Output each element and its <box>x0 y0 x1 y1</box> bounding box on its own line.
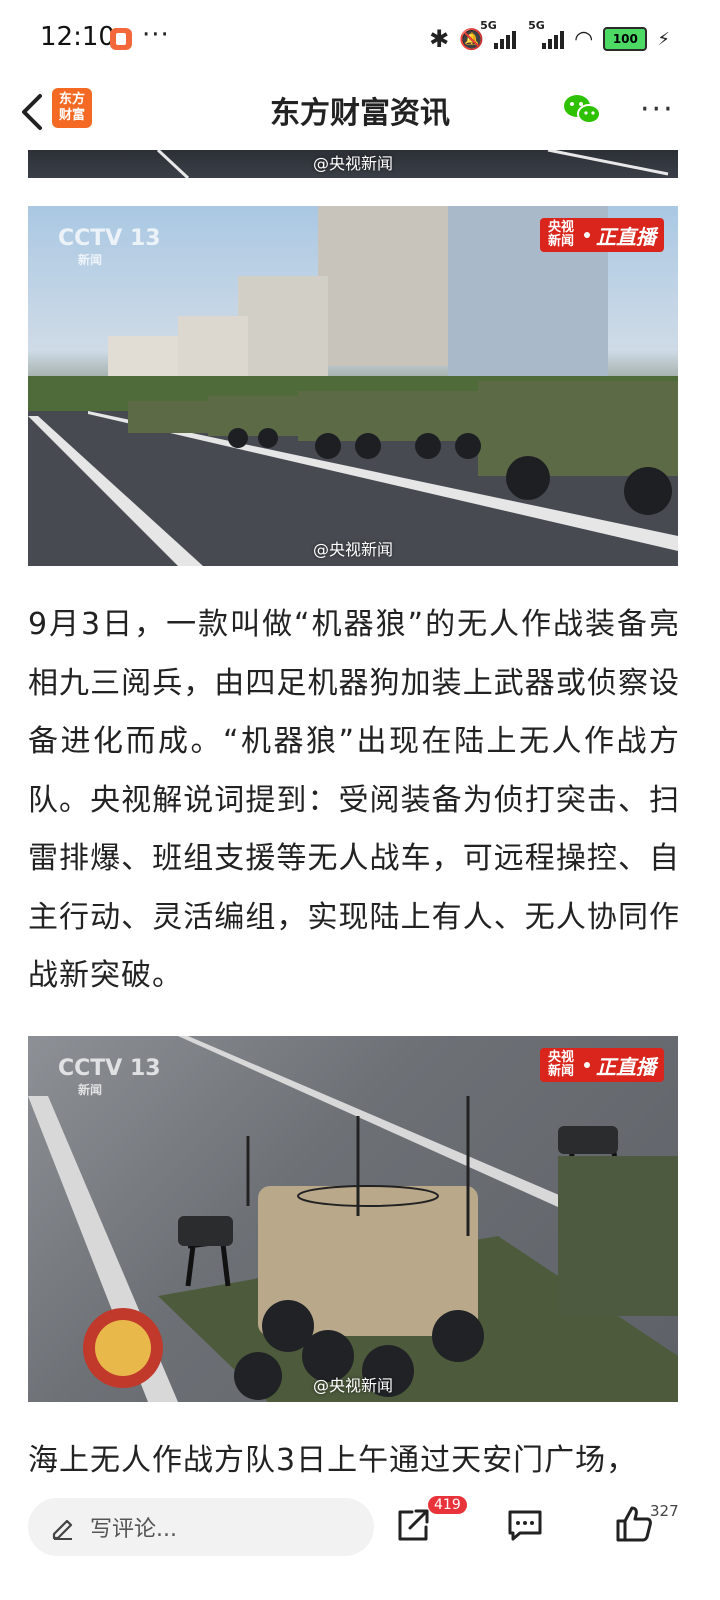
more-notifications-icon: ··· <box>142 20 170 50</box>
article-image-3[interactable]: CCTV 13 新闻 央视 新闻 正直播 @央视新闻 <box>28 1036 678 1402</box>
page-title: 东方财富资讯 <box>270 96 450 131</box>
channel-name: CCTV 13 <box>58 1056 161 1081</box>
share-count-badge: 419 <box>428 1496 467 1514</box>
article-image-1[interactable]: @央视新闻 <box>28 150 678 178</box>
channel-name: CCTV 13 <box>58 226 161 251</box>
signal-icon-1: 5G <box>480 19 517 49</box>
charging-icon: ⚡ <box>657 28 670 50</box>
cctv-channel-logo: CCTV 13 新闻 <box>58 1056 161 1098</box>
wechat-share-button[interactable] <box>562 92 602 128</box>
top-navigation-bar: 东方 财富 东方财富资讯 ··· <box>0 78 720 150</box>
article-image-2[interactable]: CCTV 13 新闻 央视 新闻 正直播 @央视新闻 <box>28 206 678 566</box>
channel-sub: 新闻 <box>78 253 103 267</box>
pencil-icon <box>52 1519 73 1540</box>
live-badge: 央视 新闻 正直播 <box>540 218 664 252</box>
wechat-icon <box>564 95 601 124</box>
bottom-action-bar: 写评论... 419 327 <box>0 1484 720 1600</box>
notification-app-icon <box>110 28 132 50</box>
live-dot-icon <box>584 232 590 238</box>
network-type-label-2: 5G <box>528 19 545 32</box>
image-watermark: @央视新闻 <box>312 540 393 559</box>
like-button[interactable] <box>614 1504 654 1544</box>
battery-icon: 100 <box>603 27 648 51</box>
wifi-icon: ◠ <box>574 26 594 52</box>
article-paragraph: 9月3日，一款叫做“机器狼”的无人作战装备亮相九三阅兵，由四足机器狗加装上武器或… <box>28 607 680 993</box>
more-options-button[interactable]: ··· <box>640 92 675 127</box>
channel-sub: 新闻 <box>78 1083 103 1097</box>
comment-input[interactable]: 写评论... <box>28 1498 374 1556</box>
bluetooth-icon: ✱ <box>429 25 450 53</box>
cctv-channel-logo: CCTV 13 新闻 <box>58 226 161 268</box>
article-paragraph: 海上无人作战方队3日上午通过天安门广场， <box>28 1443 638 1478</box>
live-dot-icon <box>584 1062 590 1068</box>
status-time: 12:10 <box>40 22 115 52</box>
live-badge: 央视 新闻 正直播 <box>540 1048 664 1082</box>
live-label: 正直播 <box>596 1054 656 1079</box>
comments-button[interactable] <box>506 1508 544 1542</box>
signal-icon-2: 5G <box>528 19 565 49</box>
share-icon <box>398 1509 429 1541</box>
network-type-label-1: 5G <box>480 19 497 32</box>
comment-placeholder: 写评论... <box>90 1517 177 1542</box>
status-bar: 12:10 ··· ✱ 🔕 5G 5G ◠ 100 ⚡ <box>0 0 720 78</box>
image-watermark: @央视新闻 <box>312 154 393 173</box>
live-source-label: 央视 新闻 <box>548 1050 575 1079</box>
live-source-label: 央视 新闻 <box>548 220 575 249</box>
image-watermark: @央视新闻 <box>312 1376 393 1395</box>
comment-icon <box>508 1510 542 1541</box>
live-label: 正直播 <box>596 224 656 249</box>
thumbs-up-icon <box>616 1506 652 1542</box>
like-count: 327 <box>650 1502 679 1520</box>
share-button[interactable] <box>394 1506 432 1544</box>
